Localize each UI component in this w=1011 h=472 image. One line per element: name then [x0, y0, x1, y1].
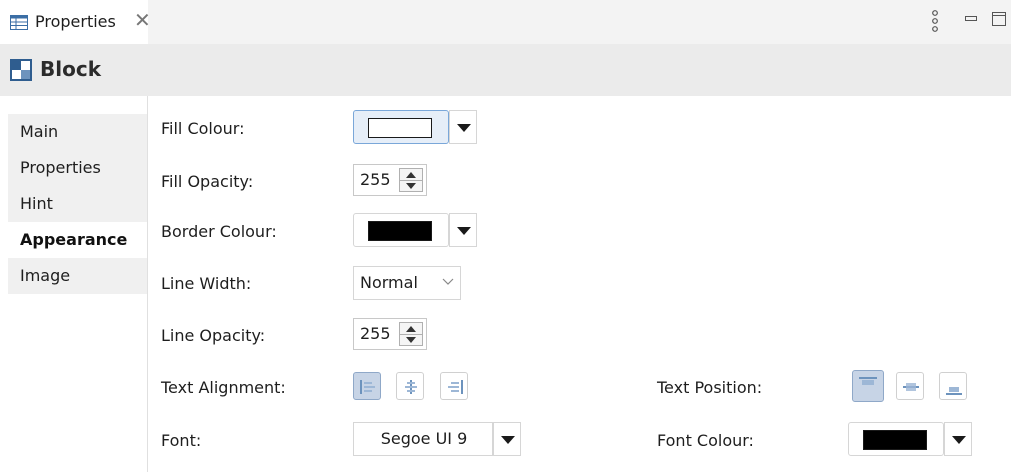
font-colour-swatch	[863, 430, 927, 450]
page-tab-list: Main Properties Hint Appearance Image	[0, 96, 148, 472]
dropdown-arrow-icon	[457, 227, 471, 235]
fill-opacity-value: 255	[360, 170, 391, 189]
line-opacity-label: Line Opacity:	[161, 326, 266, 345]
tab-hint[interactable]: Hint	[8, 186, 147, 222]
tab-label: Properties	[20, 158, 101, 177]
properties-title-bar: Block	[0, 44, 1011, 96]
position-bottom-icon	[946, 387, 962, 395]
align-left-icon	[360, 380, 375, 394]
line-opacity-value: 255	[360, 324, 391, 343]
spinner-divider	[400, 180, 422, 181]
position-top-button[interactable]	[852, 370, 884, 402]
page-title: Block	[40, 57, 101, 81]
maximize-icon[interactable]	[992, 12, 1006, 26]
view-tab-bar: Properties ✕	[0, 0, 1011, 44]
font-value: Segoe UI 9	[380, 429, 468, 448]
table-icon	[10, 15, 28, 30]
spinner-arrows[interactable]	[399, 322, 423, 346]
tab-properties[interactable]: Properties	[8, 150, 147, 186]
dropdown-arrow-icon	[501, 436, 515, 444]
border-colour-button[interactable]	[353, 213, 449, 247]
fill-colour-button[interactable]	[353, 110, 449, 144]
spinner-down-icon[interactable]	[406, 337, 416, 343]
position-middle-button[interactable]	[896, 372, 924, 400]
spinner-divider	[400, 334, 422, 335]
font-colour-label: Font Colour:	[657, 431, 754, 450]
position-top-icon	[859, 377, 877, 385]
align-right-button[interactable]	[440, 372, 468, 400]
tab-main[interactable]: Main	[8, 114, 147, 150]
tab-appearance[interactable]: Appearance	[8, 222, 147, 258]
tab-label: Appearance	[20, 230, 128, 249]
line-opacity-spinner[interactable]: 255	[353, 318, 427, 350]
chevron-down-icon	[442, 278, 454, 285]
position-middle-icon	[903, 383, 919, 391]
text-alignment-label: Text Alignment:	[161, 378, 286, 397]
font-button[interactable]: Segoe UI 9	[353, 422, 493, 456]
tab-label: Main	[20, 122, 59, 141]
font-colour-button[interactable]	[848, 422, 944, 456]
font-dropdown-button[interactable]	[493, 422, 521, 456]
block-icon	[10, 59, 32, 81]
font-colour-dropdown-button[interactable]	[944, 422, 972, 456]
fill-colour-label: Fill Colour:	[161, 119, 245, 138]
view-tab-label: Properties	[35, 12, 116, 31]
align-center-icon	[405, 380, 417, 394]
align-left-button[interactable]	[353, 372, 381, 400]
minimize-icon[interactable]	[965, 16, 977, 21]
vertical-dots-icon[interactable]	[930, 9, 940, 33]
line-width-select[interactable]: Normal	[353, 266, 461, 300]
fill-colour-swatch	[368, 118, 432, 138]
spinner-down-icon[interactable]	[406, 183, 416, 189]
text-position-label: Text Position:	[657, 378, 763, 397]
line-width-label: Line Width:	[161, 274, 252, 293]
border-colour-label: Border Colour:	[161, 222, 277, 241]
align-right-icon	[448, 380, 463, 394]
dropdown-arrow-icon	[457, 124, 471, 132]
properties-view-tab[interactable]: Properties ✕	[0, 0, 151, 44]
fill-opacity-label: Fill Opacity:	[161, 172, 254, 191]
position-bottom-button[interactable]	[939, 372, 967, 400]
dropdown-arrow-icon	[952, 436, 966, 444]
align-center-button[interactable]	[396, 372, 424, 400]
tab-label: Image	[20, 266, 71, 285]
tab-label: Hint	[20, 194, 53, 213]
border-colour-dropdown-button[interactable]	[449, 213, 477, 247]
fill-opacity-spinner[interactable]: 255	[353, 164, 427, 196]
spinner-up-icon[interactable]	[406, 326, 416, 332]
font-label: Font:	[161, 431, 202, 450]
spinner-up-icon[interactable]	[406, 172, 416, 178]
border-colour-swatch	[368, 221, 432, 241]
tab-image[interactable]: Image	[8, 258, 147, 294]
spinner-arrows[interactable]	[399, 168, 423, 192]
line-width-value: Normal	[360, 273, 418, 292]
close-icon[interactable]: ✕	[134, 10, 151, 30]
fill-colour-dropdown-button[interactable]	[449, 110, 477, 144]
